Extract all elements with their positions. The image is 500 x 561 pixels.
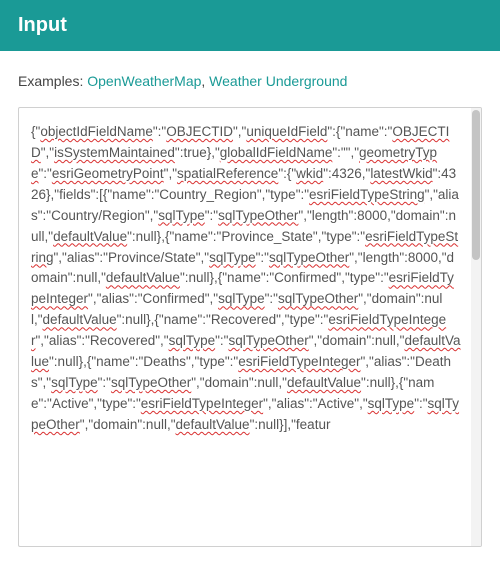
spellcheck-underlined-text: defaultValue: [106, 270, 180, 285]
json-text: ",": [164, 166, 177, 181]
json-text: ":": [265, 291, 278, 306]
spellcheck-underlined-text: sqlType: [218, 291, 265, 306]
spellcheck-underlined-text: spatialReference: [177, 166, 278, 181]
json-text: ":4326,": [323, 166, 370, 181]
panel-title: Input: [18, 14, 67, 36]
spellcheck-underlined-text: defaultValue: [43, 312, 117, 327]
panel-header: Input: [0, 0, 500, 51]
json-input-textarea[interactable]: {"objectIdFieldName":"OBJECTID","uniqueI…: [18, 107, 482, 547]
json-text: ","alias":"Recovered",": [36, 333, 169, 348]
json-text: ":true},": [175, 145, 220, 160]
json-text: ":null},{"name":"Recovered","type":": [117, 312, 329, 327]
json-text: ","alias":"Province/State",": [54, 250, 210, 265]
spellcheck-underlined-text: sqlTypeOther: [111, 375, 191, 390]
spellcheck-underlined-text: objectIdFieldName: [40, 124, 153, 139]
json-text: ":": [414, 396, 427, 411]
json-text: ","domain":null,": [191, 375, 287, 390]
json-text: ","domain":null,": [80, 417, 176, 432]
spellcheck-underlined-text: sqlType: [209, 250, 256, 265]
spellcheck-underlined-text: isSystemMaintained: [54, 145, 175, 160]
spellcheck-underlined-text: defaultValue: [287, 375, 361, 390]
spellcheck-underlined-text: esriFieldTypeInteger: [141, 396, 263, 411]
spellcheck-underlined-text: sqlTypeOther: [228, 333, 308, 348]
json-text: ":": [39, 166, 52, 181]
spellcheck-underlined-text: sqlType: [158, 208, 205, 223]
json-text: ":null},{"name":"Deaths","type":": [49, 354, 238, 369]
spellcheck-underlined-text: esriGeometryPoint: [52, 166, 164, 181]
scrollbar-track[interactable]: [471, 108, 481, 546]
spellcheck-underlined-text: wkid: [296, 166, 323, 181]
json-text: ","alias":"Confirmed",": [88, 291, 218, 306]
json-text: ":null},{"name":"Province_State","type":…: [127, 229, 365, 244]
json-text: ":": [205, 208, 218, 223]
json-text: ","alias":"Active",": [263, 396, 368, 411]
spellcheck-underlined-text: uniqueIdField: [246, 124, 327, 139]
spellcheck-underlined-text: globalIdFieldName: [220, 145, 333, 160]
spellcheck-underlined-text: esriFieldTypeString: [309, 187, 425, 202]
spellcheck-underlined-text: sqlType: [368, 396, 415, 411]
spellcheck-underlined-text: OBJECTID: [166, 124, 233, 139]
spellcheck-underlined-text: latestWkid: [370, 166, 432, 181]
spellcheck-underlined-text: sqlTypeOther: [269, 250, 349, 265]
spellcheck-underlined-text: sqlType: [169, 333, 216, 348]
json-text: {": [31, 124, 40, 139]
scrollbar-thumb[interactable]: [472, 110, 480, 260]
spellcheck-underlined-text: defaultValue: [53, 229, 127, 244]
json-text: ":": [153, 124, 166, 139]
spellcheck-underlined-text: defaultValue: [176, 417, 250, 432]
json-text: ":null},{"name":"Confirmed","type":": [180, 270, 389, 285]
json-text: ":"",": [332, 145, 359, 160]
panel-content: Examples: OpenWeatherMap, Weather Underg…: [0, 51, 500, 559]
spellcheck-underlined-text: sqlTypeOther: [278, 291, 358, 306]
examples-label: Examples:: [18, 73, 83, 89]
json-text: ":": [256, 250, 269, 265]
json-text: ",": [233, 124, 246, 139]
spellcheck-underlined-text: sqlType: [51, 375, 98, 390]
examples-line: Examples: OpenWeatherMap, Weather Underg…: [18, 73, 482, 89]
example-link-openweathermap[interactable]: OpenWeatherMap: [87, 73, 201, 89]
spellcheck-underlined-text: sqlTypeOther: [218, 208, 298, 223]
example-link-weather-underground[interactable]: Weather Underground: [209, 73, 347, 89]
json-text: ",": [41, 145, 54, 160]
json-text: ":null}],"featur: [250, 417, 331, 432]
json-text: ":": [215, 333, 228, 348]
separator: ,: [201, 73, 205, 89]
json-text: ":": [98, 375, 111, 390]
json-text: ":{"name":": [327, 124, 392, 139]
spellcheck-underlined-text: esriFieldTypeInteger: [238, 354, 360, 369]
json-text: ":{": [278, 166, 296, 181]
json-text: ","domain":null,": [309, 333, 405, 348]
json-text-content[interactable]: {"objectIdFieldName":"OBJECTID","uniqueI…: [19, 108, 471, 546]
